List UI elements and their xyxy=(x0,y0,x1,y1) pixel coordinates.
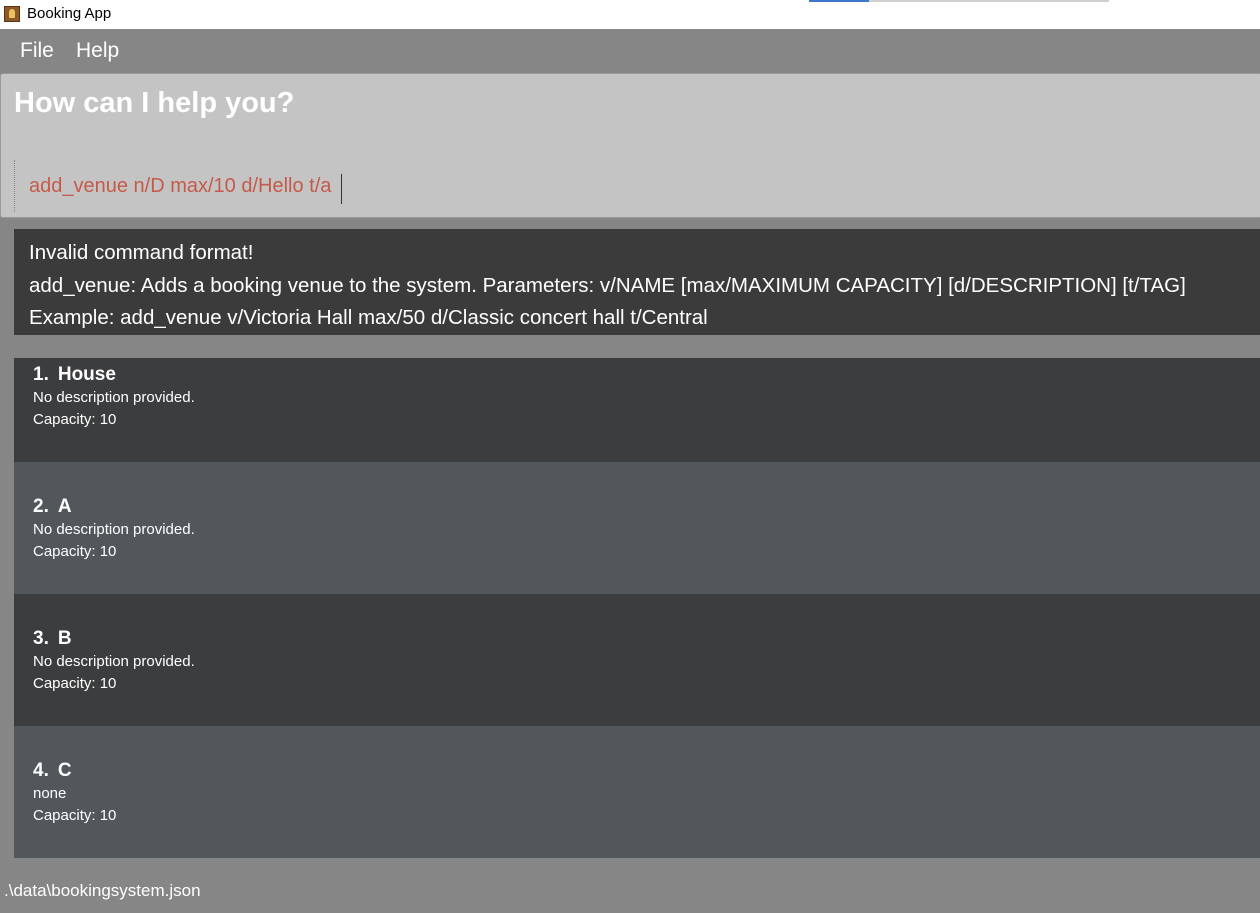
status-bar: .\data\bookingsystem.json xyxy=(0,868,1260,913)
venue-description: No description provided. xyxy=(33,521,195,538)
result-line: Invalid command format! xyxy=(29,241,254,264)
venue-capacity: Capacity: 10 xyxy=(33,807,117,824)
venue-card[interactable]: 3. B No description provided. Capacity: 1… xyxy=(14,594,1260,726)
venue-index: 2. xyxy=(33,496,49,517)
venue-name: C xyxy=(57,760,72,781)
prompt-heading: How can I help you? xyxy=(14,87,295,119)
venue-capacity: Capacity: 10 xyxy=(33,675,117,692)
window-title: Booking App xyxy=(27,5,112,22)
text-caret xyxy=(341,174,342,204)
booking-app-window: Booking App File Help How can I help you… xyxy=(0,0,1260,913)
venue-card[interactable]: 2. A No description provided. Capacity: 1… xyxy=(14,462,1260,594)
venue-title: 1. House xyxy=(33,363,1260,387)
storage-file-path: .\data\bookingsystem.json xyxy=(4,881,201,900)
venue-list[interactable]: 1. House No description provided. Capacit… xyxy=(14,358,1260,858)
command-input[interactable] xyxy=(14,160,1254,212)
venue-index: 1. xyxy=(33,364,49,385)
venue-capacity: Capacity: 10 xyxy=(33,543,117,560)
venue-index: 4. xyxy=(33,760,49,781)
result-display: Invalid command format! add_venue: Adds … xyxy=(14,229,1260,335)
venue-name: House xyxy=(57,364,116,385)
menu-bar: File Help xyxy=(0,29,1260,73)
booking-app-icon xyxy=(4,6,20,22)
title-bar: Booking App xyxy=(0,0,1260,29)
result-line: add_venue: Adds a booking venue to the s… xyxy=(29,273,1186,297)
venue-description: No description provided. xyxy=(33,389,195,406)
venue-capacity: Capacity: 10 xyxy=(33,411,117,428)
venue-description: No description provided. xyxy=(33,653,195,670)
venue-title: 2. A xyxy=(33,495,1260,519)
venue-index: 3. xyxy=(33,628,49,649)
venue-description: none xyxy=(33,785,67,802)
menu-help[interactable]: Help xyxy=(76,39,119,63)
venue-card[interactable]: 4. C none Capacity: 10 xyxy=(14,726,1260,858)
venue-title: 4. C xyxy=(33,759,1260,783)
result-line: Example: add_venue v/Victoria Hall max/5… xyxy=(29,306,708,329)
venue-name: A xyxy=(57,496,72,517)
venue-name: B xyxy=(57,628,72,649)
venue-card[interactable]: 1. House No description provided. Capacit… xyxy=(14,358,1260,462)
title-bar-accent-track xyxy=(869,0,1109,2)
title-bar-accent xyxy=(809,0,869,2)
venue-title: 3. B xyxy=(33,627,1260,651)
menu-file[interactable]: File xyxy=(20,39,54,63)
